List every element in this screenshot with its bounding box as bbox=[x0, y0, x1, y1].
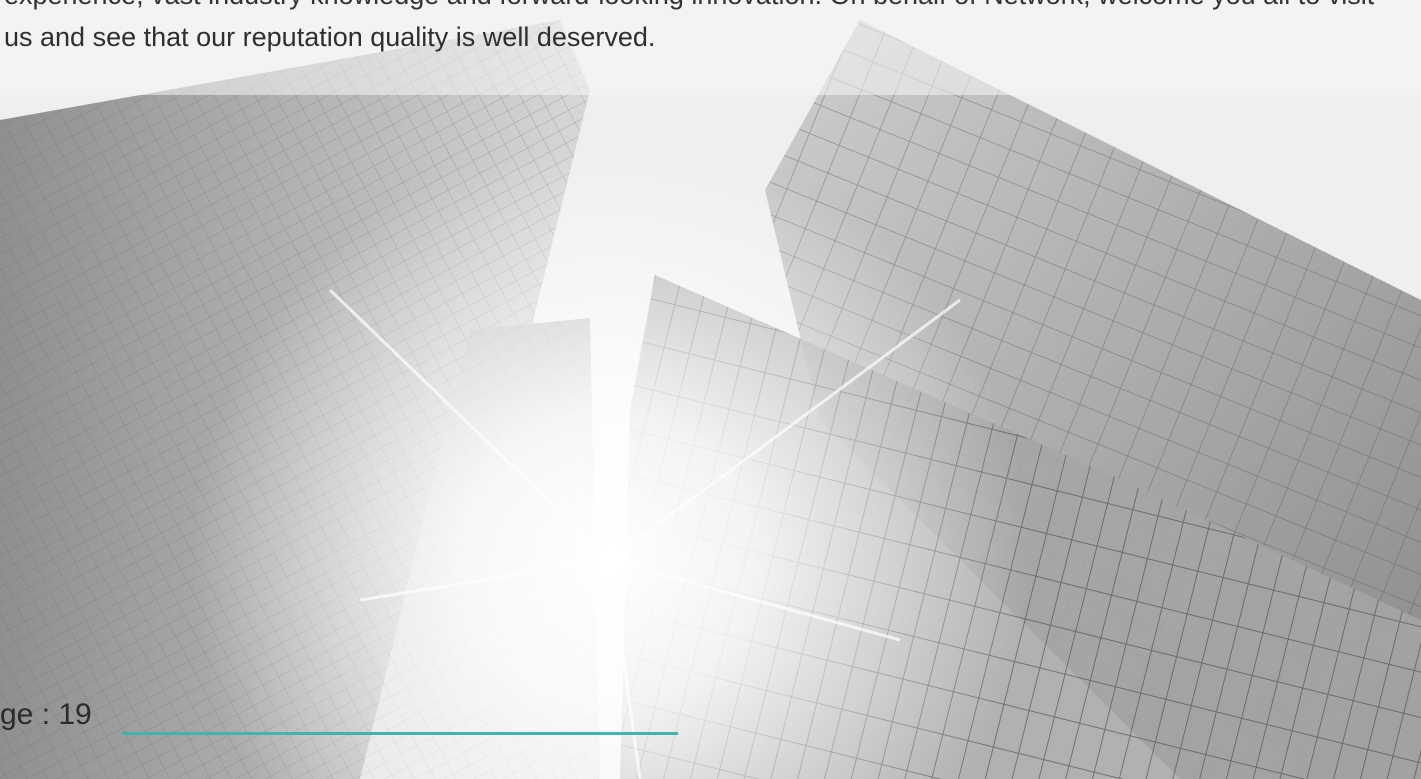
skyscraper-background-image bbox=[0, 0, 1421, 779]
slide-page: experience, vast industry knowledge and … bbox=[0, 0, 1421, 779]
intro-text-line-1: experience, vast industry knowledge and … bbox=[4, 0, 1421, 11]
page-number-label: ge : 19 bbox=[0, 698, 92, 731]
intro-text-line-2: us and see that our reputation quality i… bbox=[4, 22, 656, 52]
footer-accent-rule bbox=[122, 732, 678, 735]
